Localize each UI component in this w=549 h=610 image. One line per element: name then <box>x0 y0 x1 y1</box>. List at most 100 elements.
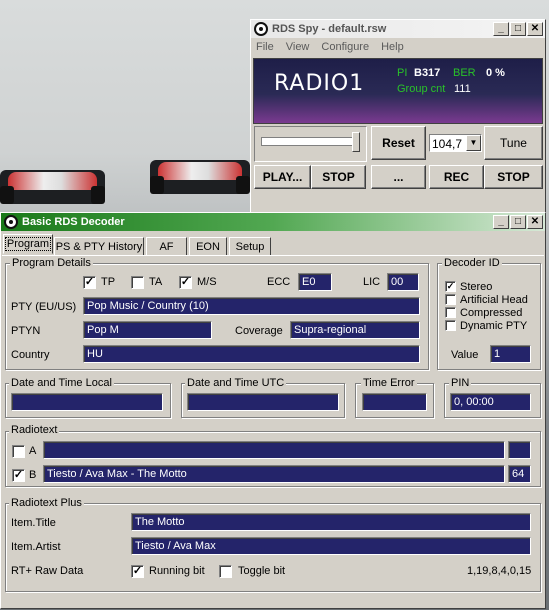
artificial-head-checkbox[interactable] <box>445 294 456 305</box>
radiotext-a-length <box>508 441 531 459</box>
time-error-field <box>362 393 427 411</box>
group-count-value: 111 <box>454 83 471 95</box>
radiotext-b-field: Tiesto / Ava Max - The Motto <box>43 465 505 483</box>
stereo-checkbox[interactable]: ✓ <box>445 281 456 292</box>
ta-label: TA <box>149 276 163 288</box>
date-time-utc-field <box>187 393 339 411</box>
radiotext-plus-label: Radiotext Plus <box>9 497 84 509</box>
lic-field: 00 <box>387 273 419 291</box>
radiotext-a-label: A <box>29 445 37 457</box>
minimize-icon[interactable]: _ <box>493 22 509 36</box>
close-icon[interactable]: ✕ <box>527 215 543 229</box>
minimize-icon[interactable]: _ <box>493 215 509 229</box>
running-bit-label: Running bit <box>149 565 205 577</box>
stereo-label: Stereo <box>460 281 493 293</box>
date-time-local-field <box>11 393 163 411</box>
ta-checkbox[interactable] <box>131 276 144 289</box>
ecc-field: E0 <box>298 273 332 291</box>
tab-eon[interactable]: EON <box>189 237 227 256</box>
close-icon[interactable]: ✕ <box>527 22 543 36</box>
decoder-id-label: Decoder ID <box>442 257 502 269</box>
play-button[interactable]: PLAY... <box>254 165 311 189</box>
tab-af[interactable]: AF <box>146 237 187 256</box>
program-details-label: Program Details <box>10 257 93 269</box>
tp-label: TP <box>101 276 116 288</box>
radiotext-a-checkbox[interactable] <box>12 445 25 458</box>
station-display: RADIO1 PI B317 BER 0 % Group cnt 111 <box>253 58 543 124</box>
lic-label: LIC <box>363 276 381 288</box>
toggle-bit-label: Toggle bit <box>238 565 286 577</box>
ber-value: 0 % <box>486 67 505 79</box>
radiotext-b-label: B <box>29 469 37 481</box>
item-title-label: Item.Title <box>11 517 56 529</box>
dynamic-pty-checkbox[interactable] <box>445 320 456 331</box>
ecc-label: ECC <box>267 276 291 288</box>
background-car-right <box>150 160 250 194</box>
compressed-checkbox[interactable] <box>445 307 456 318</box>
radiotext-b-length: 64 <box>508 465 531 483</box>
maximize-icon[interactable]: □ <box>510 22 526 36</box>
frequency-select[interactable]: 104,7 ▼ <box>429 134 482 152</box>
running-bit-checkbox[interactable]: ✓ <box>131 565 144 578</box>
app-icon <box>254 22 268 36</box>
rtplus-raw-value: 1,19,8,4,0,15 <box>467 565 532 577</box>
more-button[interactable]: ... <box>371 165 426 189</box>
record-button[interactable]: REC <box>429 165 484 189</box>
decoder-title: Basic RDS Decoder <box>22 216 125 228</box>
spy-titlebar: RDS Spy - default.rsw _ □ ✕ <box>251 20 545 38</box>
artificial-head-label: Artificial Head <box>460 294 528 306</box>
station-name: RADIO1 <box>274 71 365 96</box>
tune-button[interactable]: Tune <box>484 126 543 160</box>
toggle-bit-checkbox[interactable] <box>219 565 232 578</box>
rds-decoder-window: Basic RDS Decoder _ □ ✕ Program PS & PTY… <box>0 212 546 609</box>
volume-slider-track[interactable] <box>261 137 358 146</box>
date-time-utc-label: Date and Time UTC <box>185 377 287 389</box>
spy-title: RDS Spy - default.rsw <box>272 23 387 35</box>
coverage-field: Supra-regional <box>290 321 420 339</box>
background-car-left <box>0 170 105 204</box>
pin-field: 0, 00:00 <box>450 393 531 411</box>
tab-program[interactable]: Program <box>3 234 53 254</box>
ber-label: BER <box>453 67 476 79</box>
group-count-label: Group cnt <box>397 83 446 95</box>
tp-checkbox[interactable]: ✓ <box>83 276 96 289</box>
pty-field: Pop Music / Country (10) <box>83 297 420 315</box>
rds-spy-window: RDS Spy - default.rsw _ □ ✕ File View Co… <box>250 19 546 214</box>
pty-label: PTY (EU/US) <box>11 301 77 313</box>
chevron-down-icon[interactable]: ▼ <box>466 135 481 151</box>
decoder-id-value: 1 <box>490 345 531 363</box>
menu-view[interactable]: View <box>286 41 310 53</box>
coverage-label: Coverage <box>235 325 283 337</box>
rtplus-raw-label: RT+ Raw Data <box>11 565 84 577</box>
date-time-local-label: Date and Time Local <box>9 377 114 389</box>
pi-value: B317 <box>414 67 441 79</box>
app-icon <box>4 215 18 229</box>
compressed-label: Compressed <box>460 307 523 319</box>
spy-menubar: File View Configure Help <box>251 38 545 56</box>
item-title-field: The Motto <box>131 513 531 531</box>
tab-setup[interactable]: Setup <box>229 237 271 256</box>
reset-button[interactable]: Reset <box>371 126 426 160</box>
radiotext-a-field <box>43 441 505 459</box>
country-label: Country <box>11 349 50 361</box>
ms-label: M/S <box>197 276 217 288</box>
ms-checkbox[interactable]: ✓ <box>179 276 192 289</box>
volume-slider-thumb[interactable] <box>352 132 360 152</box>
pin-label: PIN <box>449 377 472 389</box>
item-artist-field: Tiesto / Ava Max <box>131 537 531 555</box>
stop-record-button[interactable]: STOP <box>484 165 543 189</box>
dynamic-pty-label: Dynamic PTY <box>460 320 528 332</box>
ptyn-label: PTYN <box>11 325 41 337</box>
maximize-icon[interactable]: □ <box>510 215 526 229</box>
decoder-id-value-label: Value <box>451 349 479 361</box>
menu-file[interactable]: File <box>256 41 274 53</box>
radiotext-b-checkbox[interactable]: ✓ <box>12 469 25 482</box>
stop-button[interactable]: STOP <box>311 165 366 189</box>
menu-help[interactable]: Help <box>381 41 404 53</box>
ptyn-field: Pop M <box>83 321 212 339</box>
frequency-value: 104,7 <box>432 137 463 151</box>
pi-label: PI <box>397 67 408 79</box>
menu-configure[interactable]: Configure <box>321 41 369 53</box>
tab-ps-pty-history[interactable]: PS & PTY History <box>54 237 144 256</box>
country-field: HU <box>83 345 420 363</box>
